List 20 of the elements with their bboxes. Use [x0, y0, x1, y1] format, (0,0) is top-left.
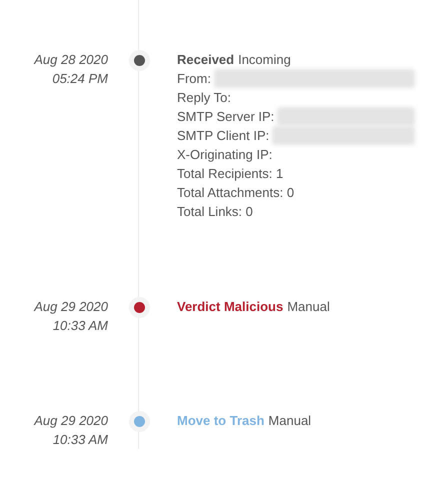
detail-label: Reply To: — [177, 89, 231, 107]
detail-label: Total Attachments: 0 — [177, 184, 294, 202]
event-title: Received — [177, 51, 234, 69]
detail-label: X-Originating IP: — [177, 146, 272, 164]
event-date: Aug 29 2020 — [34, 412, 108, 430]
detail-label: Total Links: 0 — [177, 203, 253, 221]
event-time: 10:33 AM — [52, 317, 108, 335]
detail-label: SMTP Server IP: — [177, 108, 274, 126]
event-date: Aug 29 2020 — [34, 298, 108, 316]
detail-label: SMTP Client IP: — [177, 127, 270, 145]
event-type: Incoming — [238, 51, 291, 69]
detail-label: Total Recipients: 1 — [177, 165, 284, 183]
event-title: Move to Trash — [177, 412, 264, 430]
event-type: Manual — [268, 412, 312, 430]
event-title: Verdict Malicious — [177, 298, 284, 316]
detail-label: From: — [177, 70, 211, 88]
event-type: Manual — [287, 298, 330, 316]
event-time: 10:33 AM — [52, 431, 108, 449]
event-date: Aug 28 2020 — [34, 51, 108, 69]
event-time: 05:24 PM — [52, 70, 108, 88]
